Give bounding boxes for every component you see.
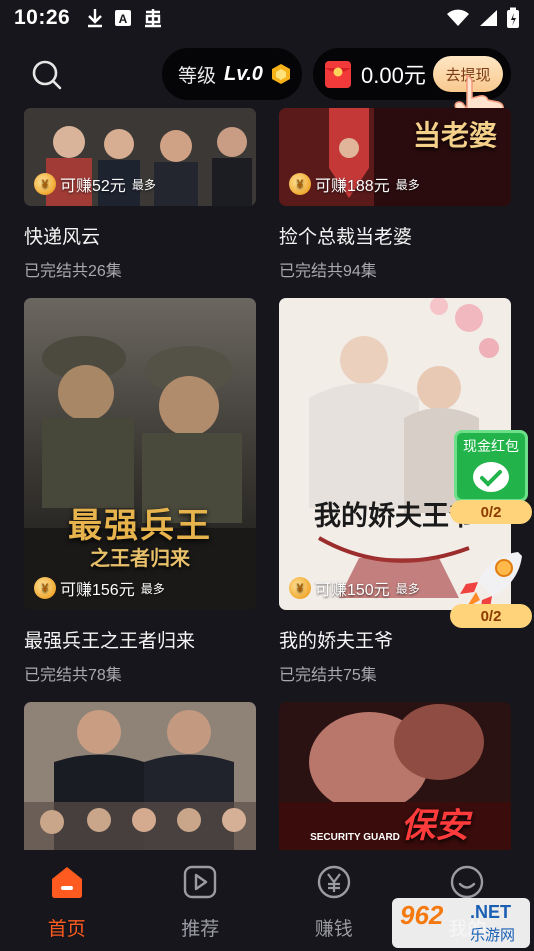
bug-icon (145, 9, 162, 28)
nav-recommend[interactable]: 推荐 (134, 852, 268, 951)
wechat-icon (473, 462, 509, 492)
earn-badge: ¥ 可赚188元 最多 (289, 172, 420, 196)
drama-title[interactable]: 最强兵王之王者归来 (24, 626, 256, 653)
nav-earn[interactable]: 赚钱 (267, 852, 401, 951)
top-header: 等级 Lv.0 0.00元 去提现 (0, 44, 534, 133)
drama-title[interactable]: 我的娇夫王爷 (279, 626, 511, 653)
drama-poster[interactable]: 当老婆 ¥ 可赚188元 最多 (279, 108, 511, 206)
drama-episodes: 已完结共94集 (279, 263, 377, 280)
battery-icon (507, 7, 519, 28)
poster-title: 当老婆 (412, 120, 497, 151)
red-packet-label: 现金红包 (463, 438, 519, 454)
drama-card[interactable]: 最强兵王 之王者归来 ¥ 可赚156元 最多 最强兵王之王者归来 已完结共78集 (24, 298, 256, 685)
earn-amount: 可赚188元 (315, 178, 390, 195)
earn-suffix: 最多 (140, 581, 165, 596)
earn-amount: 可赚156元 (60, 582, 135, 599)
search-icon[interactable] (30, 58, 64, 92)
status-notification-icons: A (86, 7, 164, 29)
drama-card[interactable] (24, 702, 256, 850)
coin-icon: ¥ (34, 577, 56, 599)
home-icon (51, 867, 82, 898)
level-badge[interactable]: 等级 Lv.0 (162, 48, 302, 100)
download-icon (88, 9, 103, 28)
drama-episodes: 已完结共26集 (24, 263, 122, 280)
drama-card[interactable]: 当老婆 ¥ 可赚188元 最多 捡个总裁当老婆 已完结共94集 (279, 108, 511, 281)
wallet-amount: 0.00元 (361, 63, 426, 88)
drama-title[interactable]: 捡个总裁当老婆 (279, 222, 511, 249)
poster-suits-image (24, 702, 256, 850)
wifi-icon (447, 9, 469, 26)
earn-badge: ¥ 可赚156元 最多 (34, 576, 165, 600)
level-value: Lv.0 (224, 62, 263, 85)
poster-subtitle: 之王者归来 (90, 548, 190, 570)
signal-icon (480, 10, 497, 26)
earn-suffix: 最多 (395, 177, 420, 192)
smile-icon (451, 865, 484, 899)
coin-icon: ¥ (289, 173, 311, 195)
drama-poster[interactable]: 保安 SECURITY GUARD (279, 702, 511, 850)
watermark-net: .NET (470, 902, 512, 922)
status-bar: 10:26 A (0, 0, 534, 36)
nav-label: 赚钱 (314, 919, 353, 940)
earn-suffix: 最多 (395, 581, 420, 596)
status-time: 10:26 (14, 6, 71, 29)
coin-icon: ¥ (289, 577, 311, 599)
app-root: 10:26 A 等级 Lv.0 0.00元 去提现 ¥ 可赚52元 最多 快递风… (0, 0, 534, 951)
hexagon-coin-icon (271, 64, 290, 84)
poster-title: 最强兵王 (68, 507, 212, 545)
drama-card[interactable]: ¥ 可赚52元 最多 快递风云 已完结共26集 (24, 108, 256, 281)
nav-label: 首页 (47, 919, 86, 940)
drama-title[interactable]: 快递风云 (24, 222, 256, 249)
nav-label: 推荐 (181, 919, 220, 940)
nav-home[interactable]: 首页 (0, 852, 134, 951)
rocket-icon[interactable] (456, 548, 528, 612)
drama-poster[interactable]: 最强兵王 之王者归来 ¥ 可赚156元 最多 (24, 298, 256, 610)
drama-poster[interactable] (24, 702, 256, 850)
coin-icon: ¥ (34, 173, 56, 195)
earn-amount: 可赚52元 (60, 178, 126, 195)
drama-episodes: 已完结共75集 (279, 667, 377, 684)
svg-text:A: A (119, 12, 128, 26)
rocket-counter: 0/2 (450, 604, 532, 628)
earn-badge: ¥ 可赚52元 最多 (34, 172, 156, 196)
earn-suffix: 最多 (131, 177, 156, 192)
drama-poster[interactable]: ¥ 可赚52元 最多 (24, 108, 256, 206)
play-icon (184, 865, 217, 899)
site-watermark: 962 .NET 乐游网 (392, 898, 530, 948)
keyboard-a-icon: A (115, 10, 132, 26)
drama-episodes: 已完结共78集 (24, 667, 122, 684)
red-packet-counter: 0/2 (450, 500, 532, 524)
watermark-number: 962 (400, 900, 444, 930)
poster-subtitle: SECURITY GUARD (310, 832, 400, 843)
red-envelope-icon (325, 61, 351, 88)
status-system-icons (446, 7, 520, 29)
watermark-text: 乐游网 (470, 927, 516, 944)
drama-card[interactable]: 保安 SECURITY GUARD (279, 702, 511, 850)
yuan-icon (317, 865, 350, 899)
earn-badge: ¥ 可赚150元 最多 (289, 576, 420, 600)
level-label: 等级 (178, 65, 217, 87)
earn-amount: 可赚150元 (315, 582, 390, 599)
